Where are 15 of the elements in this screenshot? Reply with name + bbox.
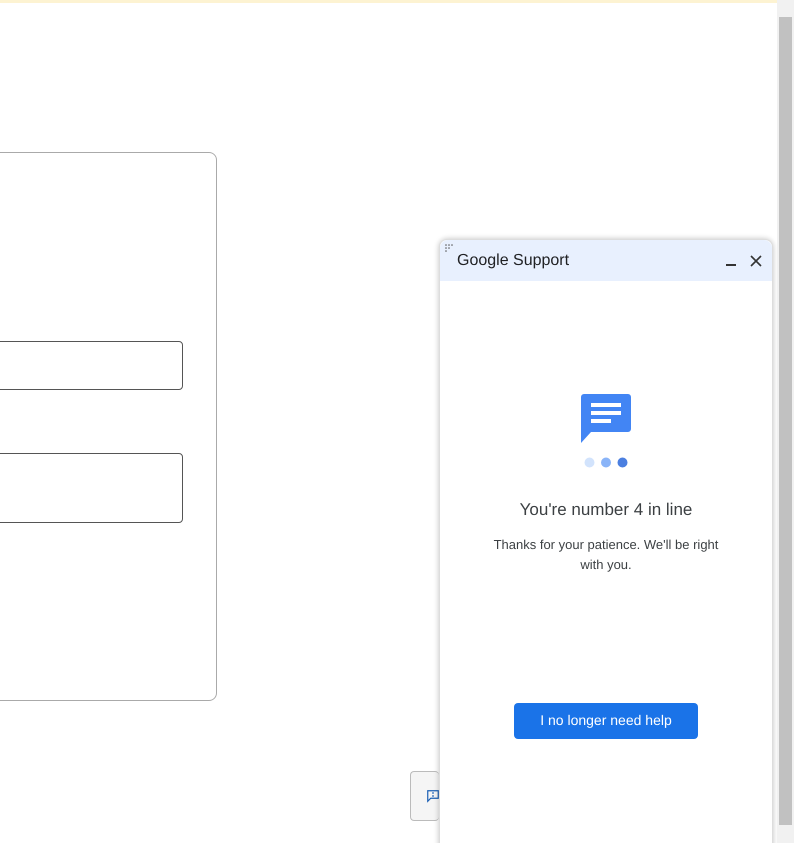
queue-message: You're number 4 in line — [520, 499, 692, 521]
input-field[interactable] — [0, 341, 183, 390]
status-text: Thanks for your patience. We'll be right with you. — [494, 536, 718, 574]
feedback-icon — [427, 788, 439, 804]
minimize-icon[interactable] — [726, 264, 736, 267]
cancel-help-button[interactable]: I no longer need help — [514, 702, 698, 738]
loading-dots-icon — [584, 457, 628, 468]
panel-title: Google Support — [457, 250, 570, 270]
scrollbar-thumb[interactable] — [779, 17, 792, 825]
scrollbar[interactable] — [777, 0, 794, 843]
drag-handle-icon[interactable] — [445, 244, 453, 252]
input-field[interactable] — [0, 453, 183, 523]
close-icon[interactable] — [750, 254, 762, 266]
chat-bubble-icon — [581, 394, 631, 444]
feedback-button[interactable] — [410, 771, 439, 821]
